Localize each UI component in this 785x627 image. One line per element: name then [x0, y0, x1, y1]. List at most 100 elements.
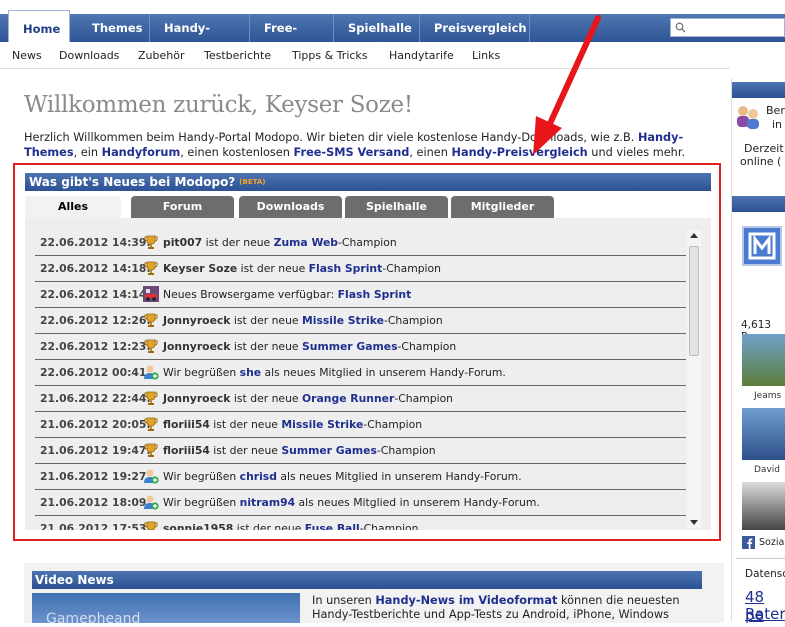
feed-link[interactable]: Flash Sprint: [309, 262, 383, 275]
feed-row: 22.06.2012 14:39: pit007 ist der neue Zum…: [35, 230, 686, 256]
feed-link[interactable]: Zuma Web: [274, 236, 338, 249]
sidebar-line2: Derzeit: [744, 142, 784, 155]
feed-link[interactable]: Orange Runner: [302, 392, 394, 405]
nav-tab-home[interactable]: Home: [8, 10, 70, 42]
modopo-logo[interactable]: [742, 226, 782, 266]
page-title: Willkommen zurück, Keyser Soze!: [24, 92, 413, 118]
feed-text-suffix: als neues Mitglied in unserem Handy-Foru…: [276, 470, 522, 483]
feed-text-suffix: -Champion: [397, 340, 457, 353]
feed-user[interactable]: Jonnyroeck: [163, 340, 231, 353]
feed-link[interactable]: Flash Sprint: [338, 288, 412, 301]
feed-user[interactable]: Jonnyroeck: [163, 392, 231, 405]
feed-date: 22.06.2012 14:39:: [40, 236, 151, 249]
video-news-header: Video News: [32, 571, 702, 589]
nav-tab-preisvergleich[interactable]: Preisvergleich: [420, 14, 530, 42]
video-description: In unseren Handy-News im Videoformat kön…: [312, 594, 702, 622]
subnav-testberichte[interactable]: Testberichte: [204, 49, 271, 62]
feed-text: Wir begrüßen: [163, 496, 240, 509]
promo-link-2[interactable]: Rater: [745, 605, 785, 623]
trophy-icon: [144, 235, 158, 249]
link-handyforum[interactable]: Handyforum: [102, 146, 181, 159]
member-photo-1[interactable]: [742, 334, 785, 386]
nav-tab-handy-forum[interactable]: Handy-Forum: [150, 14, 250, 63]
link-handy-preisvergleich[interactable]: Handy-Preisvergleich: [452, 146, 588, 159]
feed-user[interactable]: sonnie1958: [163, 522, 233, 530]
feed-text-suffix: -Champion: [359, 522, 419, 530]
feed-text-suffix: -Champion: [376, 444, 436, 457]
feed-text-suffix: -Champion: [338, 236, 397, 249]
intro-text-1: Herzlich Willkommen beim Handy-Portal Mo…: [24, 131, 635, 144]
feed-text-suffix: -Champion: [394, 392, 454, 405]
new-member-icon: [144, 469, 159, 484]
feed-link[interactable]: she: [240, 366, 261, 379]
feed-user[interactable]: pit007: [163, 236, 202, 249]
feed-date: 21.06.2012 17:53:: [40, 522, 151, 530]
feed-link[interactable]: nitram94: [240, 496, 295, 509]
feed-user[interactable]: Keyser Soze: [163, 262, 237, 275]
sidebar-line1b: in: [772, 118, 783, 131]
intro-sep-1: , ein: [73, 146, 99, 159]
nav-tab-spielhalle[interactable]: Spielhalle: [334, 14, 420, 42]
subnav-tipps[interactable]: Tipps & Tricks: [292, 49, 368, 62]
link-video-news[interactable]: Handy-News im Videoformat: [375, 594, 557, 607]
member-name-2[interactable]: David: [754, 465, 780, 475]
feed-user[interactable]: floriii54: [163, 418, 210, 431]
beta-badge: (BETA): [239, 178, 266, 186]
feed-text: ist der neue: [209, 444, 282, 457]
scroll-down-icon[interactable]: [690, 520, 698, 526]
trophy-icon: [144, 391, 158, 405]
feed-text-suffix: -Champion: [382, 262, 442, 275]
feed-text: ist der neue: [230, 340, 302, 353]
feed-row: 22.06.2012 12:26: Jonnyroeck ist der neue…: [35, 308, 686, 334]
member-photo-2[interactable]: [742, 408, 785, 460]
search-input[interactable]: [670, 18, 785, 37]
feed-link[interactable]: Missile Strike: [302, 314, 384, 327]
subnav-links[interactable]: Links: [472, 49, 500, 62]
feed-text: ist der neue: [233, 522, 305, 530]
video-thumbnail[interactable]: Gamepheand: [32, 593, 300, 627]
subnav-zubehoer[interactable]: Zubehör: [138, 49, 184, 62]
tab-spielhalle[interactable]: Spielhalle: [345, 196, 448, 218]
feed-link[interactable]: Fuse Ball: [305, 522, 360, 530]
subnav-downloads[interactable]: Downloads: [59, 49, 119, 62]
video-thumb-caption: Gamepheand: [46, 611, 141, 627]
facebook-icon[interactable]: [742, 536, 755, 549]
feed-link[interactable]: Summer Games: [281, 444, 377, 457]
feed-date: 21.06.2012 18:09:: [40, 496, 151, 509]
nav-tab-themes[interactable]: Themes: [78, 14, 150, 42]
subnav-handytarife[interactable]: Handytarife: [389, 49, 454, 62]
feed-scrollbar[interactable]: [687, 230, 701, 528]
feed-user[interactable]: Jonnyroeck: [163, 314, 231, 327]
feed-date: 21.06.2012 22:44:: [40, 392, 151, 405]
link-free-sms[interactable]: Free-SMS Versand: [294, 146, 410, 159]
feed-row: 21.06.2012 17:53: sonnie1958 ist der neue…: [35, 516, 686, 530]
feed-date: 21.06.2012 19:27:: [40, 470, 151, 483]
feed-user[interactable]: floriii54: [163, 444, 210, 457]
feed-link[interactable]: chrisd: [240, 470, 277, 483]
feed-date: 21.06.2012 20:05:: [40, 418, 151, 431]
tab-alles[interactable]: Alles: [25, 196, 121, 219]
tab-mitglieder[interactable]: Mitglieder: [451, 196, 554, 218]
tab-forum[interactable]: Forum: [131, 196, 234, 218]
feed-date: 22.06.2012 12:23:: [40, 340, 151, 353]
feed-text: ist der neue: [230, 314, 302, 327]
trophy-icon: [144, 261, 158, 275]
social-label: Soziale: [759, 537, 785, 548]
nav-tab-free-sms[interactable]: Free-SMS: [250, 14, 334, 63]
scroll-up-icon[interactable]: [690, 232, 698, 238]
member-photo-3[interactable]: [742, 482, 785, 530]
datenschutz-link[interactable]: Datenscl: [745, 568, 785, 580]
scrollbar-thumb[interactable]: [689, 246, 699, 356]
news-feed: 22.06.2012 14:39: pit007 ist der neue Zum…: [25, 218, 711, 530]
member-name-1[interactable]: Jeams: [754, 391, 781, 401]
feed-row: 21.06.2012 18:09: Wir begrüßen nitram94 a…: [35, 490, 686, 516]
right-sidebar: Ber in Derzeit online ( 4,613 Pe Jeams D…: [731, 78, 785, 624]
video-text-1: In unseren: [312, 594, 372, 607]
sidebar-line3: online (: [740, 155, 782, 168]
intro-sep-2: , einen kostenlosen: [180, 146, 290, 159]
feed-link[interactable]: Missile Strike: [281, 418, 363, 431]
tab-downloads[interactable]: Downloads: [239, 196, 342, 218]
feed-link[interactable]: Summer Games: [302, 340, 398, 353]
subnav-news[interactable]: News: [12, 49, 42, 62]
feed-row: 21.06.2012 19:47: floriii54 ist der neue …: [35, 438, 686, 464]
